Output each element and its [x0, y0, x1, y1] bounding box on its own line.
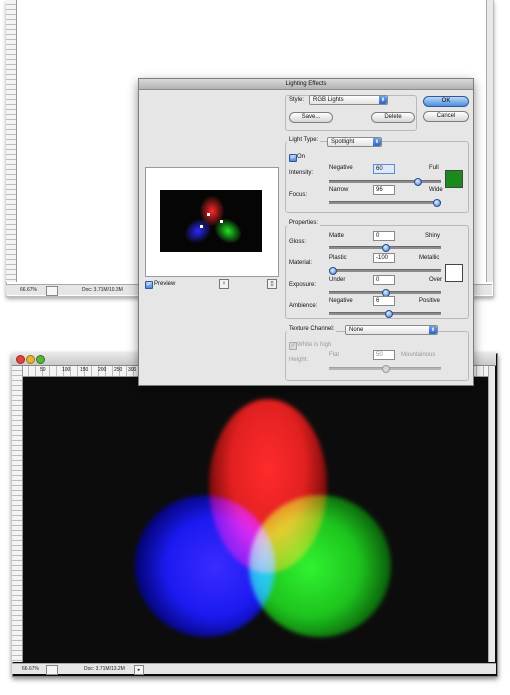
dialog-title: Lighting Effects [139, 79, 473, 90]
document-size: Doc: 3.71M/10.3M [82, 287, 123, 293]
gloss-label: Gloss: [289, 239, 307, 245]
ambience-input[interactable]: 6 [373, 296, 395, 306]
ruler-label: 300 [128, 367, 137, 373]
image-canvas[interactable] [23, 377, 487, 661]
intensity-min-label: Negative [329, 165, 353, 171]
status-menu-icon[interactable] [46, 286, 58, 296]
ruler-label: 250 [114, 367, 123, 373]
ambient-color-swatch[interactable] [445, 264, 463, 282]
material-slider[interactable] [329, 267, 441, 275]
light-on-checkbox[interactable]: ✓ [289, 154, 297, 162]
style-select-value: RGB Lights [313, 97, 344, 103]
zoom-window-icon[interactable] [36, 355, 45, 364]
gloss-min-label: Matte [329, 233, 345, 239]
exposure-slider[interactable] [329, 289, 441, 297]
focus-min-label: Narrow [329, 187, 349, 193]
height-max-label: Mountainous [401, 352, 436, 358]
material-max-label: Metallic [419, 255, 440, 261]
chevron-updown-icon: ⬍ [429, 326, 437, 334]
focus-max-label: Wide [429, 187, 443, 193]
document-size: Doc: 3.71M/13.2M [84, 666, 125, 672]
height-label: Height: [289, 357, 309, 363]
material-label: Material: [289, 260, 313, 266]
status-bar: 66.67% Doc: 3.71M/13.2M ▸ [12, 663, 496, 675]
focus-slider-thumb[interactable] [432, 199, 441, 207]
gloss-max-label: Shiny [425, 233, 441, 239]
ambience-max-label: Positive [419, 298, 441, 304]
zoom-level[interactable]: 66.67% [20, 285, 37, 295]
material-min-label: Plastic [329, 255, 347, 261]
chevron-updown-icon: ⬍ [373, 138, 381, 146]
height-slider[interactable] [329, 365, 441, 373]
cancel-button[interactable]: Cancel [423, 111, 469, 122]
texture-channel-label: Texture Channel: [287, 326, 337, 332]
intensity-slider[interactable] [329, 178, 441, 186]
status-arrow-icon[interactable]: ▸ [134, 665, 144, 675]
focus-input[interactable]: 96 [373, 185, 395, 195]
delete-button[interactable]: Delete [371, 112, 415, 123]
ruler-label: 150 [80, 367, 89, 373]
exposure-input[interactable]: 0 [373, 275, 395, 285]
intensity-max-label: Full [429, 165, 439, 171]
ruler-label: 100 [62, 367, 71, 373]
ambience-slider[interactable] [329, 310, 441, 318]
white-is-high-checkbox[interactable]: ✓ [289, 342, 297, 350]
height-input[interactable]: 50 [373, 350, 395, 360]
intensity-label: Intensity: [289, 170, 314, 176]
ok-button[interactable]: OK [423, 96, 469, 107]
texture-channel-value: None [349, 327, 364, 333]
intensity-input[interactable]: 60 [373, 164, 395, 174]
vertical-scrollbar[interactable] [488, 366, 495, 662]
light-on-label: On [297, 154, 306, 160]
gloss-input[interactable]: 0 [373, 231, 395, 241]
exposure-max-label: Over [429, 277, 443, 283]
preview-checkbox[interactable]: ✓ [145, 281, 153, 289]
light-type-label: Light Type: [287, 137, 321, 143]
vertical-ruler [6, 0, 17, 282]
zoom-level[interactable]: 66.67% [22, 664, 39, 674]
status-menu-icon[interactable] [46, 665, 58, 675]
lighting-effects-dialog: Lighting Effects ✓ Preview ♀ ▯ Style: RG… [138, 78, 474, 386]
white-is-high-label: White is high [297, 342, 332, 348]
intensity-slider-thumb[interactable] [413, 178, 422, 186]
ambience-min-label: Negative [329, 298, 353, 304]
light-handle[interactable] [207, 213, 210, 216]
ruler-label: 50 [40, 367, 46, 373]
style-label: Style: [289, 97, 305, 103]
vertical-ruler [12, 366, 23, 662]
height-slider-thumb[interactable] [382, 365, 390, 373]
height-min-label: Flat [329, 352, 340, 358]
vertical-scrollbar[interactable] [486, 0, 493, 282]
preview-image[interactable] [160, 190, 262, 252]
preview-panel [145, 167, 279, 277]
texture-channel-select[interactable]: None ⬍ [345, 325, 438, 335]
gloss-slider[interactable] [329, 244, 441, 252]
properties-label: Properties: [287, 220, 321, 226]
save-button[interactable]: Save... [289, 112, 333, 123]
ambience-label: Ambience: [289, 303, 318, 309]
gloss-slider-thumb[interactable] [382, 244, 390, 252]
trash-icon[interactable]: ▯ [267, 279, 277, 289]
material-input[interactable]: -100 [373, 253, 395, 263]
close-window-icon[interactable] [16, 355, 25, 364]
chevron-updown-icon: ⬍ [379, 96, 387, 104]
exposure-min-label: Under [329, 277, 346, 283]
preview-label: Preview [154, 281, 176, 287]
minimize-window-icon[interactable] [26, 355, 35, 364]
light-handle[interactable] [200, 225, 203, 228]
red-light-spot [209, 399, 327, 573]
ruler-label: 200 [98, 367, 107, 373]
light-handle[interactable] [220, 220, 223, 223]
focus-label: Focus: [289, 192, 308, 198]
style-select[interactable]: RGB Lights ⬍ [309, 95, 388, 105]
light-type-select[interactable]: Spotlight ⬍ [327, 137, 382, 147]
light-bulb-icon[interactable]: ♀ [219, 279, 229, 289]
light-type-select-value: Spotlight [331, 139, 355, 145]
material-slider-thumb[interactable] [329, 267, 337, 275]
focus-slider[interactable] [329, 199, 441, 207]
light-color-swatch[interactable] [445, 170, 463, 188]
exposure-label: Exposure: [289, 282, 317, 288]
